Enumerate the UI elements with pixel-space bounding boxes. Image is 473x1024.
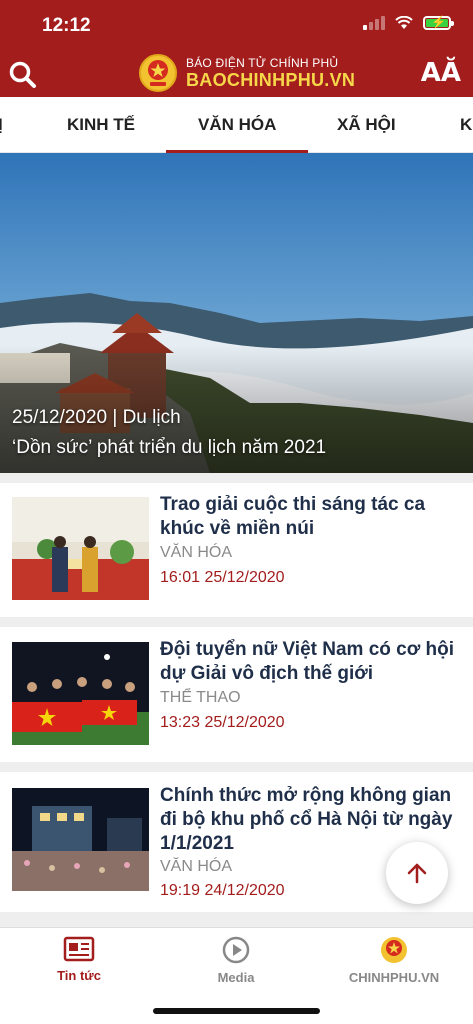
article-thumbnail — [12, 497, 149, 600]
article-thumbnail — [12, 788, 149, 891]
scroll-to-top-button[interactable] — [386, 842, 448, 904]
nav-media[interactable]: Media — [166, 936, 306, 985]
nav-label-media: Media — [217, 970, 255, 985]
nav-chinhphu[interactable]: CHINHPHU.VN — [324, 936, 464, 985]
divider — [0, 473, 473, 483]
divider — [0, 762, 473, 772]
article-category: THỂ THAO — [160, 689, 241, 706]
article-item[interactable]: Đội tuyển nữ Việt Nam có cơ hội dự Giải … — [0, 627, 473, 762]
status-icons: ⚡ — [363, 15, 454, 30]
nav-label-chinhphu: CHINHPHU.VN — [348, 970, 440, 985]
brand-name: BAOCHINHPHU.VN — [186, 69, 356, 90]
hero-meta: 25/12/2020 | Du lịch — [12, 407, 181, 428]
battery-icon: ⚡ — [423, 15, 454, 30]
nav-label-tin-tuc: Tin tức — [57, 968, 101, 983]
article-category: VĂN HÓA — [160, 544, 233, 561]
brand-subtitle: BÁO ĐIỆN TỬ CHÍNH PHỦ — [186, 55, 339, 70]
article-time: 13:23 25/12/2020 — [160, 714, 285, 731]
newspaper-icon — [63, 936, 95, 962]
tab-kinh-te[interactable]: KINH TẾ — [67, 115, 135, 135]
divider — [0, 912, 473, 927]
home-indicator — [153, 1008, 320, 1014]
status-time: 12:12 — [42, 15, 91, 36]
article-time: 16:01 25/12/2020 — [160, 569, 285, 586]
play-icon — [222, 936, 250, 964]
tab-van-hoa[interactable]: VĂN HÓA — [165, 115, 309, 154]
brand-logo[interactable]: BÁO ĐIỆN TỬ CHÍNH PHỦ BAOCHINHPHU.VN — [138, 53, 355, 93]
cellular-signal-icon — [363, 16, 385, 30]
search-icon — [9, 61, 36, 88]
tab-previous[interactable]: Ị — [0, 115, 3, 135]
nav-tin-tuc[interactable]: Tin tức — [9, 936, 149, 983]
hero-article[interactable]: 25/12/2020 | Du lịch ‘Dồn sức’ phát triể… — [0, 153, 473, 473]
article-title: Trao giải cuộc thi sáng tác ca khúc về m… — [160, 494, 426, 539]
app-header: 12:12 ⚡ BÁO ĐIỆN TỬ CHÍNH PHỦ BAOCHINHPH… — [0, 0, 473, 97]
article-title: Đội tuyển nữ Việt Nam có cơ hội dự Giải … — [160, 639, 455, 684]
article-thumbnail — [12, 642, 149, 745]
article-time: 19:19 24/12/2020 — [160, 882, 285, 899]
divider — [0, 617, 473, 627]
tab-next[interactable]: K — [460, 115, 472, 135]
tab-xa-hoi[interactable]: XÃ HỘI — [337, 115, 396, 135]
wifi-icon — [395, 16, 413, 29]
font-size-button[interactable]: AĂ — [421, 58, 461, 88]
article-category: VĂN HÓA — [160, 858, 233, 875]
arrow-up-icon — [407, 863, 427, 884]
category-tabs: Ị KINH TẾ VĂN HÓA XÃ HỘI K — [0, 97, 473, 154]
national-emblem-icon — [139, 54, 177, 92]
emblem-icon — [381, 937, 407, 963]
article-item[interactable]: Trao giải cuộc thi sáng tác ca khúc về m… — [0, 483, 473, 617]
search-button[interactable] — [8, 60, 38, 90]
hero-title: ‘Dồn sức’ phát triển du lịch năm 2021 — [12, 437, 327, 458]
